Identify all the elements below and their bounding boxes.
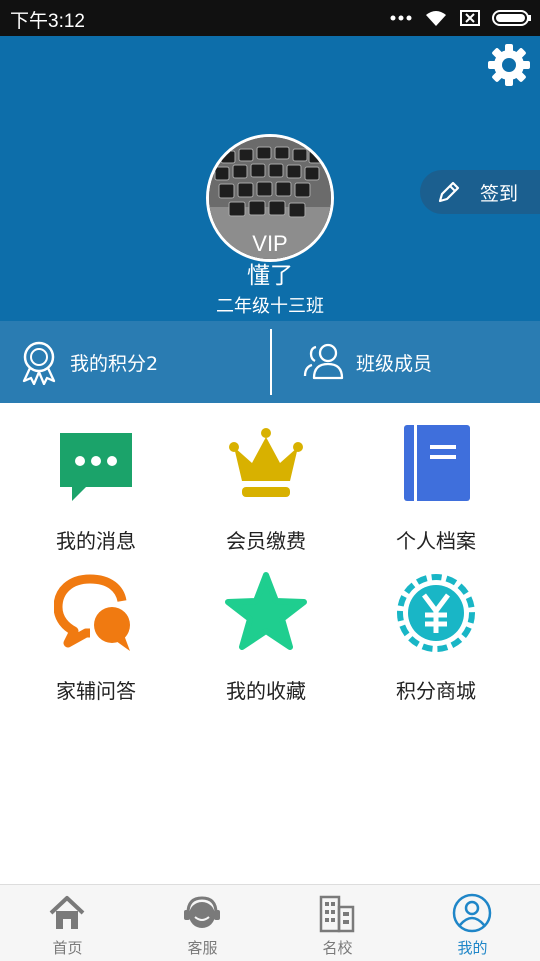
- tab-famous-schools[interactable]: 名校: [270, 885, 405, 961]
- tab-label: 我的: [457, 939, 488, 957]
- people-icon: [303, 343, 344, 380]
- building-icon: [319, 895, 355, 933]
- menu-points-mall[interactable]: 积分商城: [346, 553, 526, 713]
- menu-family-qa[interactable]: 家辅问答: [6, 553, 186, 713]
- my-points-label: 我的积分2: [70, 352, 159, 375]
- message-icon: [60, 433, 132, 501]
- stats-strip: 我的积分2 班级成员: [0, 321, 540, 403]
- user-name: 懂了: [247, 263, 293, 289]
- menu-my-messages[interactable]: 我的消息: [6, 403, 186, 563]
- menu-membership-fee[interactable]: 会员缴费: [176, 403, 356, 563]
- menu-label: 个人档案: [396, 529, 476, 553]
- crown-icon: [229, 428, 303, 497]
- avatar[interactable]: VIP: [206, 134, 334, 262]
- menu-label: 家辅问答: [56, 679, 136, 703]
- vip-badge: VIP: [252, 231, 288, 256]
- class-name: 二年级十三班: [216, 296, 324, 317]
- checkin-button[interactable]: 签到: [420, 170, 540, 214]
- user-icon: [452, 893, 492, 933]
- tab-label: 首页: [52, 939, 83, 957]
- class-members-label: 班级成员: [356, 352, 433, 375]
- settings-button[interactable]: [486, 42, 532, 88]
- star-icon: [225, 572, 307, 650]
- status-bar: 下午3:12: [0, 0, 540, 36]
- wifi-icon: [426, 11, 446, 26]
- tab-label: 客服: [187, 939, 218, 957]
- bottom-tab-bar: 首页 客服 名校 我的: [0, 884, 540, 961]
- class-members-button[interactable]: 班级成员: [302, 321, 432, 403]
- more-dots-icon: [390, 15, 412, 21]
- no-sim-icon: [460, 10, 480, 26]
- menu-label: 我的消息: [56, 529, 136, 553]
- menu-my-favorites[interactable]: 我的收藏: [176, 553, 356, 713]
- award-medal-icon: [22, 341, 56, 385]
- tab-label: 名校: [322, 939, 353, 957]
- chat-bubbles-icon: [54, 574, 130, 651]
- yen-coin-icon: [397, 574, 475, 652]
- status-icons: [390, 8, 532, 28]
- menu-personal-file[interactable]: 个人档案: [346, 403, 526, 563]
- notebook-icon: [404, 425, 470, 501]
- tab-customer-service[interactable]: 客服: [135, 885, 270, 961]
- battery-icon: [492, 10, 531, 26]
- home-icon: [49, 896, 85, 929]
- menu-label: 我的收藏: [226, 679, 306, 703]
- profile-header: VIP 懂了 二年级十三班 签到: [0, 36, 540, 321]
- headset-icon: [184, 896, 220, 928]
- my-points-button[interactable]: 我的积分2: [16, 321, 158, 403]
- menu-label: 会员缴费: [226, 529, 306, 553]
- menu-label: 积分商城: [396, 679, 476, 703]
- checkin-label: 签到: [480, 182, 519, 205]
- pencil-icon: [438, 181, 460, 203]
- tab-home[interactable]: 首页: [0, 885, 135, 961]
- tab-mine[interactable]: 我的: [405, 885, 540, 961]
- status-time: 下午3:12: [10, 11, 85, 32]
- gear-icon: [488, 44, 530, 86]
- strip-divider: [270, 329, 272, 395]
